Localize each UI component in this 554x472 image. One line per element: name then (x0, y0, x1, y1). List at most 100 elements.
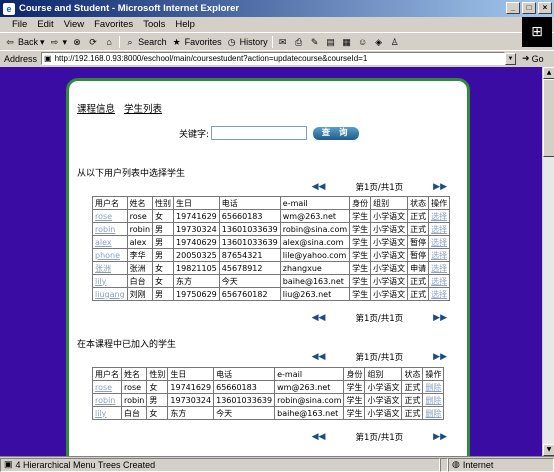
home-icon[interactable]: ⌂ (103, 36, 115, 48)
go-button[interactable]: ➜ Go (522, 53, 544, 64)
table-cell: 小学语文 (370, 222, 409, 236)
column-header: 性别 (146, 367, 169, 381)
username-link[interactable]: 张洲 (92, 261, 128, 275)
pager-top: ◀◀ 第1页/共1页 ▶▶ (312, 181, 447, 193)
forward-button[interactable]: ⇨ ▾ (49, 36, 68, 48)
pager-enrolled-bottom: ◀◀ 第1页/共1页 ▶▶ (312, 431, 447, 443)
vertical-scrollbar[interactable]: ▲ ▼ (542, 67, 554, 456)
table-cell: 正式 (401, 406, 424, 420)
username-link[interactable]: robin (92, 222, 128, 236)
table-row: rose rose 女 19741629 65660183 wm@263.net 学生 小学语… (92, 209, 451, 223)
username-link[interactable]: liugang (92, 287, 128, 301)
nav-student-list-link[interactable]: 学生列表 (124, 104, 162, 115)
table-cell: 65660183 (218, 209, 281, 223)
table-cell: 白台 (126, 274, 154, 288)
refresh-icon[interactable]: ⟳ (87, 36, 99, 48)
menu-view[interactable]: View (64, 19, 84, 30)
keyword-label: 关键字: (179, 129, 210, 140)
prev-page-icon[interactable]: ◀◀ (312, 432, 326, 442)
table-cell: 女 (152, 261, 175, 275)
select-action-link[interactable]: 选择 (428, 235, 451, 249)
table-cell: alex (126, 235, 154, 249)
stop-icon[interactable]: ⊗ (71, 36, 83, 48)
table-cell: 学生 (349, 274, 372, 288)
table-cell: wm@263.net (274, 380, 345, 394)
edit-icon[interactable]: ✎ (309, 36, 321, 48)
menu-help[interactable]: Help (175, 19, 195, 30)
messenger-icon[interactable]: ☺ (357, 36, 369, 48)
table-cell: 小学语文 (364, 406, 403, 420)
username-link[interactable]: rose (92, 380, 122, 394)
table-cell: robin@sina.com (279, 222, 351, 236)
select-action-link[interactable]: 选择 (428, 209, 451, 223)
column-header: 电话 (218, 196, 281, 210)
user-icon[interactable]: ♙ (389, 36, 401, 48)
table-cell: 正式 (401, 393, 424, 407)
table-header-row: 用户名 姓名 性别 生日 电话 e-mail 身份 组别 状态 操作 (92, 367, 445, 381)
table-cell: baihe@163.net (279, 274, 351, 288)
select-action-link[interactable]: 选择 (428, 261, 451, 275)
media-icon[interactable]: ◈ (373, 36, 385, 48)
keyword-input[interactable] (211, 126, 308, 140)
discuss-icon[interactable]: ▤ (325, 36, 337, 48)
maximize-button[interactable]: □ (522, 2, 536, 14)
column-header: 组别 (364, 367, 403, 381)
pager-text: 第1页/共1页 (355, 433, 404, 443)
select-action-link[interactable]: 选择 (428, 222, 451, 236)
search-button[interactable]: ⌕ Search (124, 36, 167, 48)
history-button[interactable]: ◷ History (226, 36, 268, 48)
next-page-icon[interactable]: ▶▶ (433, 182, 447, 192)
users-table-body: rose rose 女 19741629 65660183 wm@263.net 学生 小学语… (92, 209, 451, 301)
history-label: History (239, 37, 268, 47)
close-button[interactable]: × (538, 2, 552, 14)
prev-page-icon[interactable]: ◀◀ (312, 182, 326, 192)
select-action-link[interactable]: 选择 (428, 274, 451, 288)
table-cell: 学生 (349, 209, 372, 223)
table-cell: robin (126, 222, 154, 236)
prev-page-icon[interactable]: ◀◀ (312, 352, 326, 362)
delete-action-link[interactable]: 删除 (422, 380, 445, 394)
nav-course-info-link[interactable]: 课程信息 (77, 104, 115, 115)
back-label: Back (18, 37, 39, 47)
menu-file[interactable]: File (12, 19, 27, 30)
prev-page-icon[interactable]: ◀◀ (312, 313, 326, 323)
print-icon[interactable]: ⎙ (293, 36, 305, 48)
scroll-thumb[interactable] (543, 79, 554, 157)
mail-icon[interactable]: ✉ (277, 36, 289, 48)
username-link[interactable]: alex (92, 235, 128, 249)
column-header: 电话 (213, 367, 276, 381)
query-button[interactable]: 查 询 (313, 126, 360, 140)
select-action-link[interactable]: 选择 (428, 248, 451, 262)
table-cell: alex@sina.com (279, 235, 351, 249)
username-link[interactable]: lily (92, 274, 128, 288)
chevron-down-icon[interactable]: ▾ (63, 37, 68, 48)
scroll-up-button[interactable]: ▲ (543, 67, 554, 79)
menu-favorites[interactable]: Favorites (94, 19, 133, 30)
table-cell: 45678912 (218, 261, 281, 275)
delete-action-link[interactable]: 删除 (422, 406, 445, 420)
back-button[interactable]: ⇦ Back ▾ (4, 36, 45, 48)
address-dropdown-button[interactable]: ▼ (505, 52, 517, 65)
next-page-icon[interactable]: ▶▶ (433, 352, 447, 362)
next-page-icon[interactable]: ▶▶ (433, 432, 447, 442)
delete-action-link[interactable]: 删除 (422, 393, 445, 407)
menu-tools[interactable]: Tools (143, 19, 165, 30)
scroll-down-button[interactable]: ▼ (543, 444, 554, 456)
username-link[interactable]: robin (92, 393, 122, 407)
address-input[interactable]: ▣ http://192.168.0.93:8000/eschool/main/… (41, 52, 506, 65)
favorites-button[interactable]: ★ Favorites (171, 36, 222, 48)
table-cell: 白台 (120, 406, 148, 420)
next-page-icon[interactable]: ▶▶ (433, 313, 447, 323)
menu-edit[interactable]: Edit (37, 19, 53, 30)
username-link[interactable]: rose (92, 209, 128, 223)
table-cell: 小学语文 (370, 261, 409, 275)
minimize-button[interactable]: _ (506, 2, 520, 14)
select-action-link[interactable]: 选择 (428, 287, 451, 301)
table-cell: 正式 (401, 380, 424, 394)
research-icon[interactable]: ▦ (341, 36, 353, 48)
table-cell: 东方 (173, 274, 220, 288)
chevron-down-icon[interactable]: ▾ (40, 37, 45, 48)
username-link[interactable]: phone (92, 248, 128, 262)
table-cell: liu@263.net (279, 287, 351, 301)
username-link[interactable]: lily (92, 406, 122, 420)
